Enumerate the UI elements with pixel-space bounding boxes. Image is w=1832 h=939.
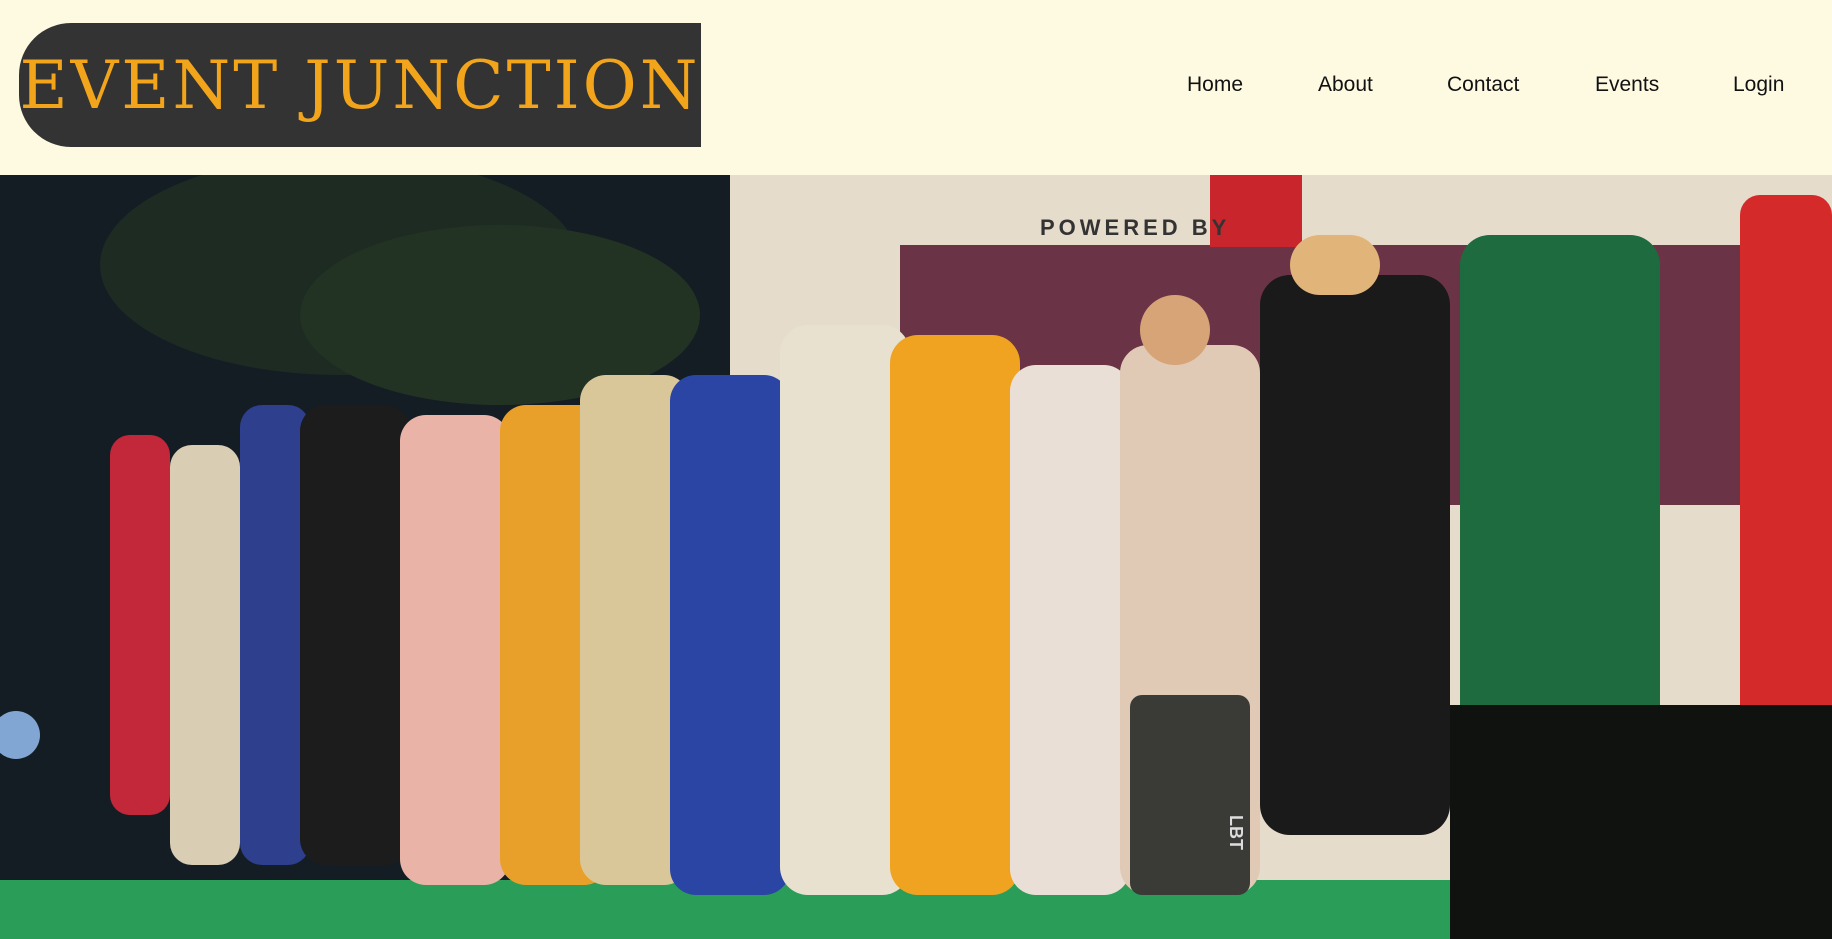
hero-image: POWERED BY LBT (0, 175, 1832, 939)
nav-home-link[interactable]: Home (1187, 70, 1243, 100)
nav-about-link[interactable]: About (1318, 70, 1373, 100)
site-header: EVENT JUNCTION Home About Contact Events… (0, 0, 1832, 175)
nav-events-link[interactable]: Events (1595, 70, 1659, 100)
speaker-label: LBT (1226, 815, 1246, 850)
nav-contact-link[interactable]: Contact (1447, 70, 1519, 100)
hero-photo-illustration: POWERED BY LBT (0, 175, 1832, 939)
nav-login-link[interactable]: Login (1733, 70, 1784, 100)
main-nav: Home About Contact Events Login (0, 70, 1832, 100)
banner-text: POWERED BY (1040, 215, 1230, 240)
